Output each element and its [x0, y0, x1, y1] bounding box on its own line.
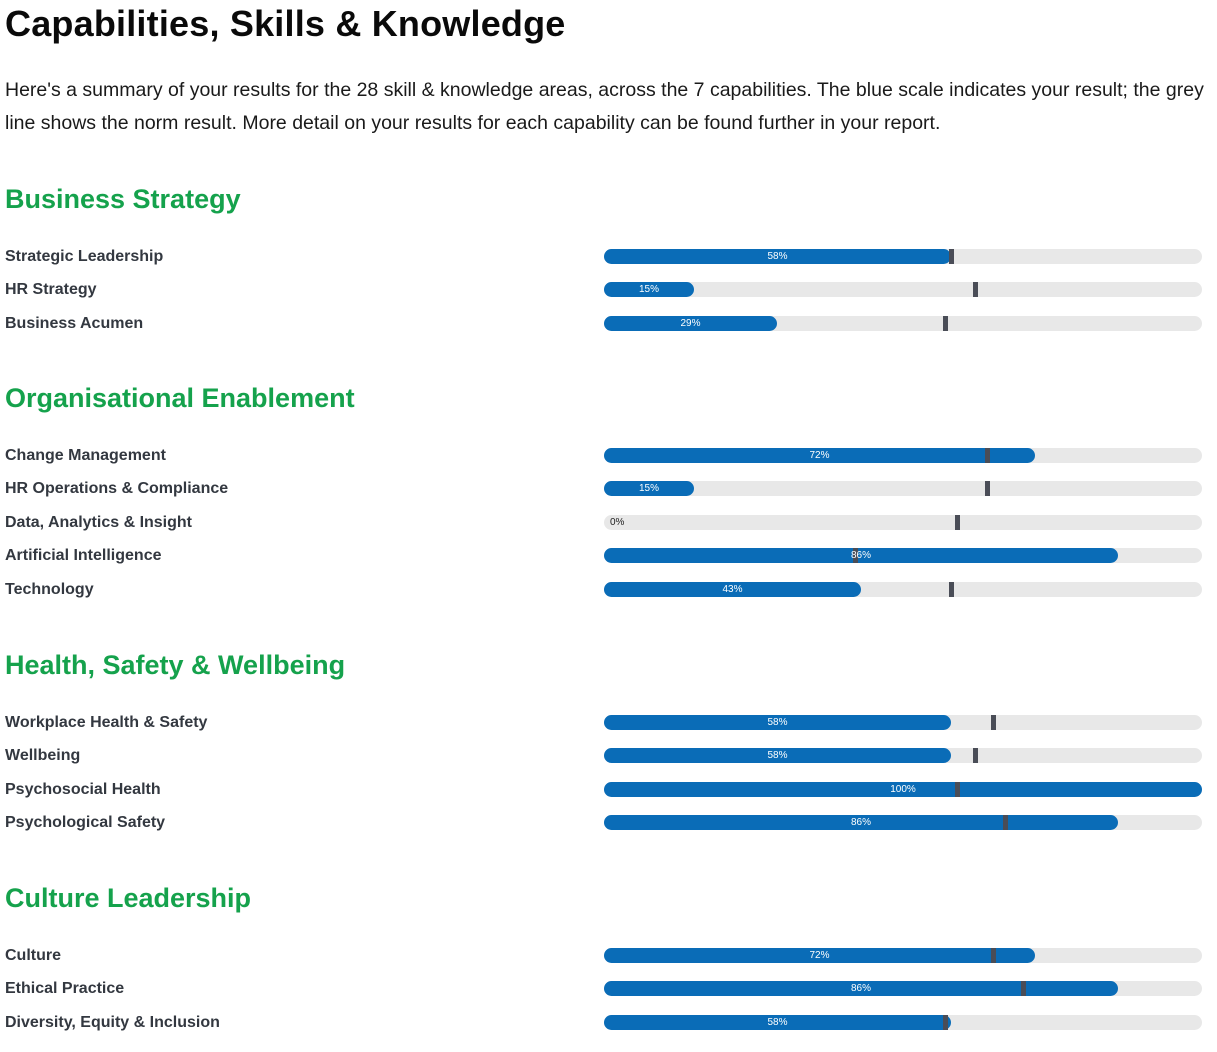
result-scale-track: 0% — [604, 514, 1202, 530]
result-scale-track: 86% — [604, 815, 1202, 831]
result-value-label: 58% — [767, 717, 788, 728]
result-row-psychological-safety: Psychological Safety 86% — [0, 814, 1217, 832]
result-value-label: 86% — [850, 550, 872, 562]
result-row-wellbeing: Wellbeing 58% — [0, 747, 1217, 765]
norm-marker — [949, 581, 954, 597]
norm-marker — [943, 315, 948, 331]
result-scale-track: 86% — [604, 548, 1202, 564]
section-title-organisational-enablement: Organisational Enablement — [5, 383, 355, 413]
page-title: Capabilities, Skills & Knowledge — [5, 3, 566, 44]
result-label: Psychological Safety — [5, 814, 166, 832]
result-scale-track: 58% — [604, 249, 1202, 264]
result-scale-track: 58% — [604, 748, 1202, 764]
result-label: Diversity, Equity & Inclusion — [5, 1013, 220, 1031]
norm-marker — [949, 249, 954, 264]
result-label: HR Strategy — [5, 281, 97, 299]
result-label: Change Management — [5, 447, 166, 464]
result-scale-track: 58% — [604, 715, 1202, 730]
result-value-label: 100% — [890, 783, 916, 795]
result-row-hr-strategy: HR Strategy 15% — [0, 281, 1217, 299]
norm-marker — [991, 948, 996, 963]
norm-marker — [985, 448, 990, 463]
section-title-culture-leadership: Culture Leadership — [5, 883, 252, 913]
result-value-label: 58% — [767, 251, 788, 262]
result-row-technology: Technology 43% — [0, 581, 1217, 599]
result-row-diversity-equity-and-inclusion: Diversity, Equity & Inclusion 58% — [0, 1014, 1217, 1032]
result-value-label: 86% — [850, 983, 872, 995]
result-row-data-analytics-and-insight: Data, Analytics & Insight 0% — [0, 514, 1217, 532]
result-value-label: 72% — [809, 450, 830, 461]
result-scale-track: 29% — [604, 315, 1202, 331]
result-row-strategic-leadership: Strategic Leadership 58% — [0, 248, 1217, 266]
result-scale-track: 43% — [604, 581, 1202, 597]
result-label: Psychosocial Health — [5, 780, 161, 798]
result-label: Culture — [5, 947, 61, 964]
norm-marker — [955, 514, 960, 530]
result-row-business-acumen: Business Acumen 29% — [0, 315, 1217, 333]
result-label: Business Acumen — [5, 314, 144, 332]
result-label: Technology — [5, 580, 94, 598]
section-title-health-safety-and-wellbeing: Health, Safety & Wellbeing — [5, 650, 346, 680]
result-value-label: 0% — [610, 516, 625, 528]
intro-paragraph: Here's a summary of your results for the… — [5, 79, 1204, 134]
result-value-label: 58% — [767, 1016, 788, 1028]
result-scale-track: 72% — [604, 948, 1202, 963]
norm-marker — [1003, 815, 1008, 831]
result-value-label: 15% — [638, 483, 660, 495]
result-label: Data, Analytics & Insight — [5, 513, 192, 531]
result-scale-track: 15% — [604, 481, 1202, 497]
result-value-label: 58% — [767, 750, 788, 762]
result-label: Workplace Health & Safety — [5, 714, 208, 731]
section-title-business-strategy: Business Strategy — [5, 184, 241, 214]
result-value-label: 29% — [680, 317, 701, 329]
result-scale-track: 58% — [604, 1014, 1202, 1030]
result-row-culture: Culture 72% — [0, 947, 1217, 965]
report-page: Capabilities, Skills & Knowledge Here's … — [0, 0, 1217, 1052]
result-scale-track: 86% — [604, 981, 1202, 997]
result-scale-track: 72% — [604, 448, 1202, 463]
result-row-ethical-practice: Ethical Practice 86% — [0, 980, 1217, 998]
result-value-label: 86% — [850, 817, 872, 829]
result-value-label: 15% — [638, 284, 660, 296]
result-row-psychosocial-health: Psychosocial Health 100% — [0, 781, 1217, 799]
result-row-workplace-health-and-safety: Workplace Health & Safety 58% — [0, 714, 1217, 732]
result-scale-track: 100% — [604, 781, 1202, 797]
result-value-label: 43% — [722, 583, 743, 595]
norm-marker — [943, 1014, 948, 1030]
result-scale-track: 15% — [604, 282, 1202, 298]
result-label: Artificial Intelligence — [5, 547, 162, 565]
result-row-change-management: Change Management 72% — [0, 447, 1217, 465]
result-row-artificial-intelligence: Artificial Intelligence 86% — [0, 547, 1217, 565]
norm-marker — [955, 781, 960, 797]
result-label: Ethical Practice — [5, 980, 125, 998]
norm-marker — [1021, 981, 1026, 997]
result-value-label: 72% — [809, 950, 830, 961]
result-label: Wellbeing — [5, 747, 81, 765]
norm-marker — [985, 481, 990, 497]
norm-marker — [973, 282, 978, 298]
norm-marker — [991, 715, 996, 730]
result-label: HR Operations & Compliance — [5, 480, 229, 498]
norm-marker — [973, 748, 978, 764]
result-label: Strategic Leadership — [5, 248, 164, 265]
result-row-hr-operations-and-compliance: HR Operations & Compliance 15% — [0, 480, 1217, 498]
